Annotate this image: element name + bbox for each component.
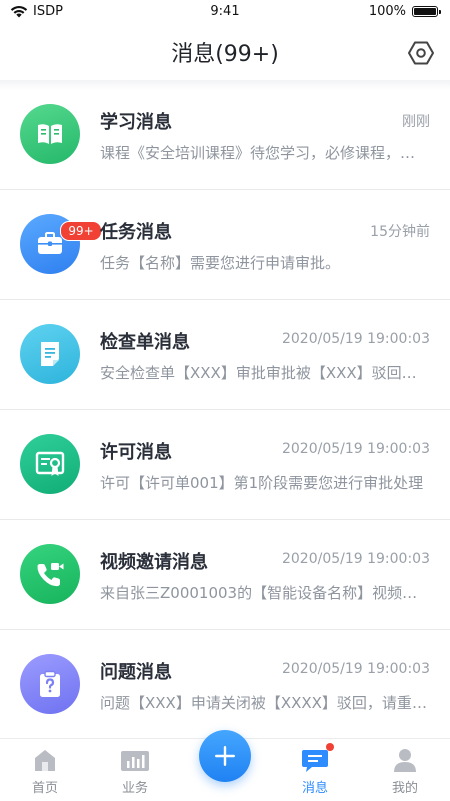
battery-group: 100% xyxy=(368,4,441,19)
tab-business[interactable]: 业务 xyxy=(90,739,180,801)
message-avatar xyxy=(20,544,80,604)
message-preview: 课程《安全培训课程》待您学习，必修课程，请您尽快学习！ xyxy=(100,144,430,162)
battery-percent: 100% xyxy=(368,4,406,19)
chart-icon xyxy=(121,751,149,771)
message-avatar xyxy=(20,654,80,714)
message-item-checklist[interactable]: 检查单消息 2020/05/19 19:00:03 安全检查单【XXX】审批审批… xyxy=(0,300,450,410)
message-avatar xyxy=(20,104,80,164)
message-item-permit[interactable]: 许可消息 2020/05/19 19:00:03 许可【许可单001】第1阶段需… xyxy=(0,410,450,520)
message-avatar xyxy=(20,434,80,494)
question-clipboard-icon xyxy=(40,670,60,697)
tab-label: 业务 xyxy=(121,781,148,796)
message-list: 学习消息 刚刚 课程《安全培训课程》待您学习，必修课程，请您尽快学习！ 99+ … xyxy=(0,80,450,740)
message-title: 学习消息 xyxy=(100,112,172,133)
message-preview: 任务【名称】需要您进行申请审批。 xyxy=(100,254,341,272)
user-icon xyxy=(394,749,416,772)
message-title: 问题消息 xyxy=(100,662,172,683)
tab-mine[interactable]: 我的 xyxy=(360,739,450,801)
tab-messages[interactable]: 消息 xyxy=(270,739,360,801)
message-time: 15分钟前 xyxy=(370,224,430,240)
message-time: 2020/05/19 19:00:03 xyxy=(281,551,430,567)
message-item-issue[interactable]: 问题消息 2020/05/19 19:00:03 问题【XXX】申请关闭被【XX… xyxy=(0,630,450,740)
message-title: 视频邀请消息 xyxy=(100,552,208,573)
unread-badge: 99+ xyxy=(60,221,102,241)
book-icon xyxy=(38,124,62,144)
message-title: 任务消息 xyxy=(100,222,172,243)
battery-icon xyxy=(412,6,441,17)
tab-label: 首页 xyxy=(31,781,58,796)
message-preview: 来自张三Z0001003的【智能设备名称】视频邀请 xyxy=(100,584,430,602)
message-title: 许可消息 xyxy=(100,442,172,463)
settings-button[interactable] xyxy=(406,38,436,68)
hexagon-settings-icon xyxy=(408,41,434,65)
message-item-task[interactable]: 99+ 任务消息 15分钟前 任务【名称】需要您进行申请审批。 xyxy=(0,190,450,300)
page-title: 消息(99+) xyxy=(171,42,279,67)
message-icon xyxy=(302,750,328,772)
message-title: 检查单消息 xyxy=(100,332,190,353)
plus-icon xyxy=(215,746,235,766)
message-item-video-invite[interactable]: 视频邀请消息 2020/05/19 19:00:03 来自张三Z0001003的… xyxy=(0,520,450,630)
status-bar: ISDP 9:41 100% xyxy=(0,0,450,26)
message-avatar xyxy=(20,324,80,384)
message-preview: 许可【许可单001】第1阶段需要您进行审批处理 xyxy=(100,474,424,492)
tab-label: 我的 xyxy=(391,781,418,796)
tab-label: 消息 xyxy=(301,781,328,796)
message-time: 2020/05/19 19:00:03 xyxy=(281,441,430,457)
header: 消息(99+) xyxy=(0,26,450,80)
video-call-icon xyxy=(37,563,64,587)
message-time: 刚刚 xyxy=(402,114,430,130)
unread-dot xyxy=(326,743,334,751)
message-time: 2020/05/19 19:00:03 xyxy=(281,661,430,677)
home-icon xyxy=(35,750,55,771)
document-icon xyxy=(41,342,59,366)
message-item-study[interactable]: 学习消息 刚刚 课程《安全培训课程》待您学习，必修课程，请您尽快学习！ xyxy=(0,80,450,190)
message-preview: 安全检查单【XXX】审批审批被【XXX】驳回，请重新提交 xyxy=(100,364,430,382)
tab-home[interactable]: 首页 xyxy=(0,739,90,801)
add-button[interactable] xyxy=(199,730,251,782)
message-time: 2020/05/19 19:00:03 xyxy=(281,331,430,347)
message-preview: 问题【XXX】申请关闭被【XXXX】驳回，请重新处理 xyxy=(100,694,430,712)
certificate-icon xyxy=(35,451,65,476)
